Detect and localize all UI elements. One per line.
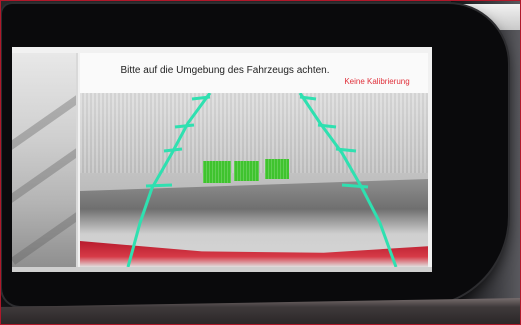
screen-bottom-edge	[12, 267, 432, 272]
left-guide-line	[126, 93, 212, 267]
left-tick-3	[163, 147, 183, 153]
right-guide-line	[298, 93, 398, 267]
right-tick-3	[335, 147, 357, 153]
calibration-status[interactable]: Keine Kalibrierung	[342, 77, 412, 87]
right-tick-4	[341, 183, 369, 189]
safety-notice: Bitte auf die Umgebung des Fahrzeugs ach…	[120, 65, 330, 76]
surround-view-panel[interactable]	[12, 53, 78, 267]
infotainment-screen: Bitte auf die Umgebung des Fahrzeugs ach…	[12, 47, 432, 272]
right-tick-1	[299, 95, 317, 101]
rear-camera-panel: Bitte auf die Umgebung des Fahrzeugs ach…	[80, 53, 428, 267]
parking-guide-lines	[126, 93, 398, 267]
info-bar: Bitte auf die Umgebung des Fahrzeugs ach…	[80, 53, 428, 93]
left-tick-4	[145, 183, 173, 188]
rear-camera-view	[80, 93, 428, 267]
right-tick-2	[317, 123, 337, 129]
panel-divider	[76, 53, 78, 267]
left-tick-1	[191, 95, 211, 101]
left-tick-2	[174, 123, 195, 129]
